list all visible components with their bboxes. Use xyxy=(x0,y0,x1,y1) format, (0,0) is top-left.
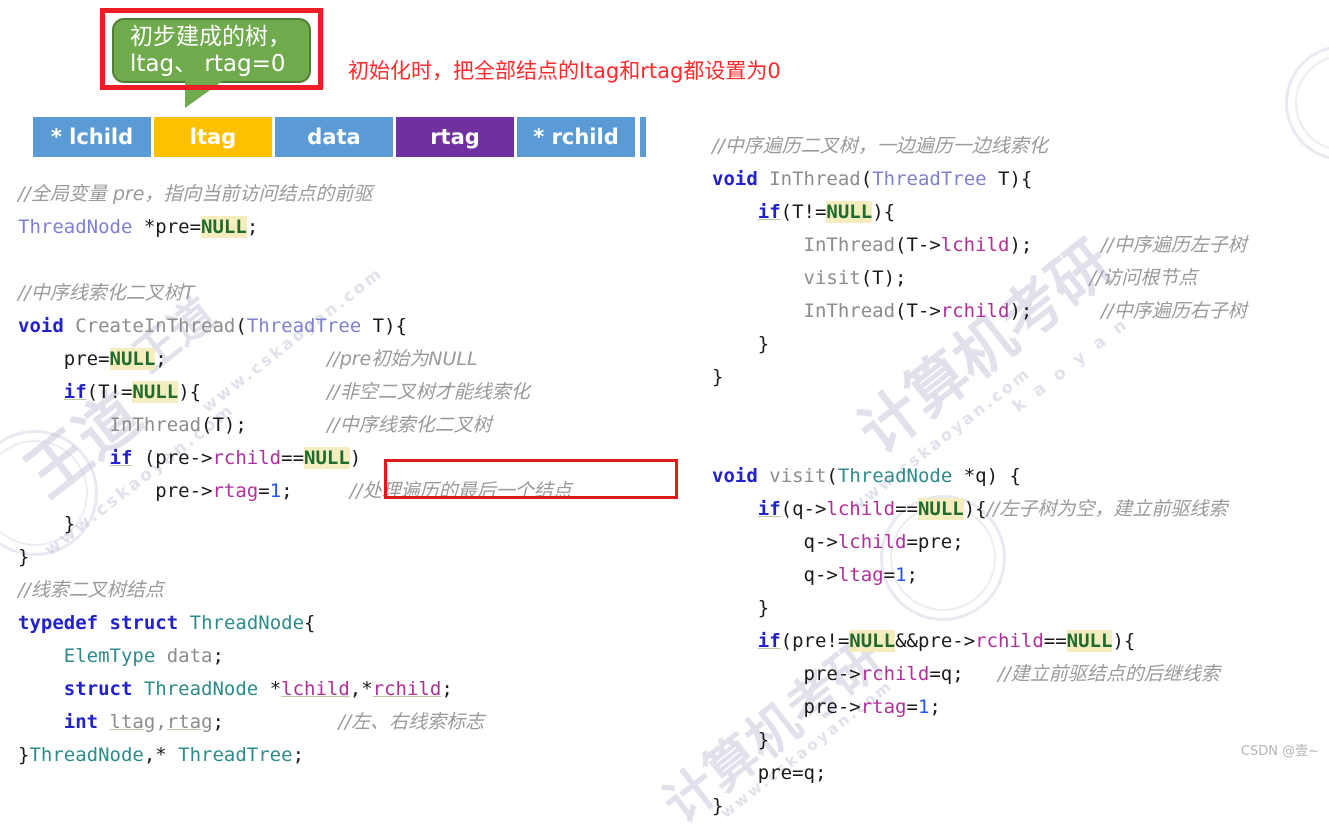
keyword-if: if xyxy=(63,381,87,403)
member-rtag: rtag xyxy=(212,480,259,502)
member-lchild-decl: lchild xyxy=(281,678,350,700)
call-inthread: InThread xyxy=(109,414,202,436)
csdn-watermark: CSDN @壹~ xyxy=(1240,744,1319,759)
node-cell-ltag: ltag xyxy=(154,117,272,157)
node-cell-label: * lchild xyxy=(50,125,134,149)
member-rtag-decl: rtag xyxy=(166,711,213,733)
type-threadtree-def: ThreadTree xyxy=(178,744,293,766)
keyword-struct: struct xyxy=(109,612,179,634)
node-cell-label: * rchild xyxy=(533,125,619,149)
comment-left-empty: //左子树为空，建立前驱线索 xyxy=(986,498,1228,520)
comment-global-pre: //全局变量 pre，指向当前访问结点的前驱 xyxy=(18,183,373,205)
boxed-comment-highlight xyxy=(384,459,678,499)
type-elemtype: ElemType xyxy=(63,645,156,667)
member-ltag-decl: ltag xyxy=(109,711,156,733)
comment-thread-node: //线索二叉树结点 xyxy=(18,579,164,601)
type-threadnode-def: ThreadNode xyxy=(189,612,305,634)
comment-nonempty-tree: //非空二叉树才能线索化 xyxy=(326,381,530,403)
comment-pre-init: //pre初始为NULL xyxy=(326,348,478,370)
comment-successor-thread: //建立前驱结点的后继线索 xyxy=(998,663,1220,685)
comment-create-inthread: //中序线索化二叉树T xyxy=(18,282,195,304)
number-one: 1 xyxy=(269,480,282,502)
node-cell-rchild: * rchild xyxy=(517,117,635,157)
type-threadnode: ThreadNode xyxy=(18,216,133,238)
function-visit: visit xyxy=(769,465,827,487)
comment-visit-root: //访问根节点 xyxy=(1089,267,1198,289)
node-cell-label: data xyxy=(307,125,361,149)
code-block-inthread-visit: //中序遍历二叉树，一边遍历一边线索化 void InThread(Thread… xyxy=(712,135,1247,817)
type-threadtree: ThreadTree xyxy=(246,315,362,337)
comment-inorder-traverse: //中序遍历二叉树，一边遍历一边线索化 xyxy=(712,135,1048,157)
init-note: 初始化时，把全部结点的ltag和rtag都设置为0 xyxy=(348,59,781,83)
keyword-void: void xyxy=(18,315,64,337)
literal-null: NULL xyxy=(201,216,247,238)
callout-red-border xyxy=(100,8,323,90)
call-visit: visit xyxy=(803,267,861,289)
node-cell-label: rtag xyxy=(430,125,480,149)
node-cell-rtag: rtag xyxy=(396,117,514,157)
thread-node-structure: * lchild ltag data rtag * rchild xyxy=(33,117,646,157)
comment-inorder-thread: //中序线索化二叉树 xyxy=(326,414,492,436)
node-cell-data: data xyxy=(275,117,393,157)
node-cell-lchild: * lchild xyxy=(33,117,151,157)
keyword-int: int xyxy=(63,711,99,733)
comment-traverse-left: //中序遍历左子树 xyxy=(1100,234,1247,256)
node-table-end-bar xyxy=(640,117,646,157)
comment-traverse-right: //中序遍历右子树 xyxy=(1100,300,1247,322)
node-cell-label: ltag xyxy=(189,125,237,149)
comment-tag-flags: //左、右线索标志 xyxy=(338,711,485,733)
member-rchild-decl: rchild xyxy=(372,678,442,700)
function-createinthread: CreateInThread xyxy=(75,315,236,337)
slide-page: 王道 计算机考研 计算机考研 王道 www.cskaoyan.com www.c… xyxy=(0,0,1329,836)
member-ltag: ltag xyxy=(837,564,884,586)
keyword-typedef: typedef xyxy=(18,612,99,634)
function-inthread: InThread xyxy=(769,168,861,190)
seal-watermark-right xyxy=(1285,45,1329,161)
callout-box: 初步建成的树， ltag、 rtag=0 xyxy=(100,8,323,90)
member-rchild: rchild xyxy=(212,447,282,469)
